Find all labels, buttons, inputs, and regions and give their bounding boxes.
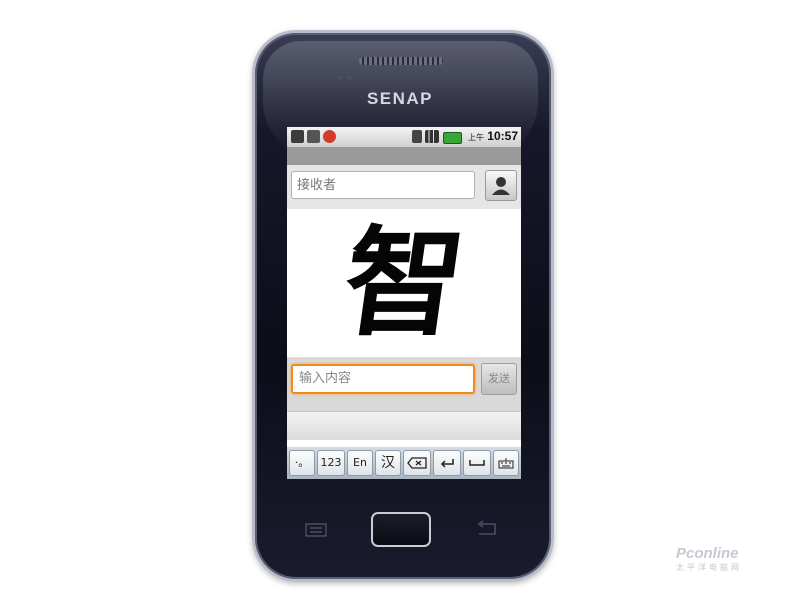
back-icon[interactable] [473,519,501,539]
android-icon [291,130,304,143]
notification-icon [323,130,336,143]
watermark-text: Pconline [676,545,739,562]
compose-row: 输入内容 发送 [287,357,521,411]
chinese-key[interactable]: 汉 [375,450,401,476]
backspace-icon [407,457,427,469]
handwriting-canvas[interactable]: 智 [287,209,521,357]
brand-logo: SENAP [366,89,434,108]
ime-keyboard-row: ·。 123 En 汉 [287,447,521,479]
sim-icon [412,130,422,143]
message-input[interactable]: 输入内容 [291,364,475,394]
earpiece-speaker [359,57,443,65]
phone-device: SENAP 上午 10:57 接收者 智 输入内容 发送 ·。 123 En 汉 [252,30,554,582]
watermark-subtext: 太平洋电脑网 [676,563,742,572]
keyboard-switch-icon [498,458,514,469]
english-key[interactable]: En [347,450,373,476]
numeric-key[interactable]: 123 [317,450,345,476]
enter-icon [440,459,454,468]
enter-key[interactable] [433,450,461,476]
backspace-key[interactable] [403,450,431,476]
usb-icon [307,130,320,143]
contact-picker-button[interactable] [485,170,517,201]
contact-person-icon [492,177,510,195]
battery-icon [443,132,462,144]
handwritten-character: 智 [335,213,473,352]
send-button[interactable]: 发送 [481,363,517,395]
clock-time: 10:57 [487,129,518,143]
recipient-input[interactable]: 接收者 [291,171,475,199]
title-bar [287,147,521,165]
keyboard-switch-key[interactable] [493,450,519,476]
punctuation-key[interactable]: ·。 [289,450,315,476]
menu-icon[interactable] [303,521,329,539]
am-pm-label: 上午 [468,133,484,142]
space-icon [469,460,485,466]
phone-screen: 上午 10:57 接收者 智 输入内容 发送 ·。 123 En 汉 [287,127,521,479]
signal-bars-icon [425,130,439,143]
status-bar: 上午 10:57 [287,127,521,147]
watermark-logo: Pconline 太平洋电脑网 [676,545,796,585]
candidate-bar[interactable] [287,411,521,440]
recipient-row: 接收者 [287,165,521,209]
sensor-dot [347,75,352,80]
sensor-dot [337,75,342,80]
space-key[interactable] [463,450,491,476]
home-button[interactable] [371,512,431,547]
